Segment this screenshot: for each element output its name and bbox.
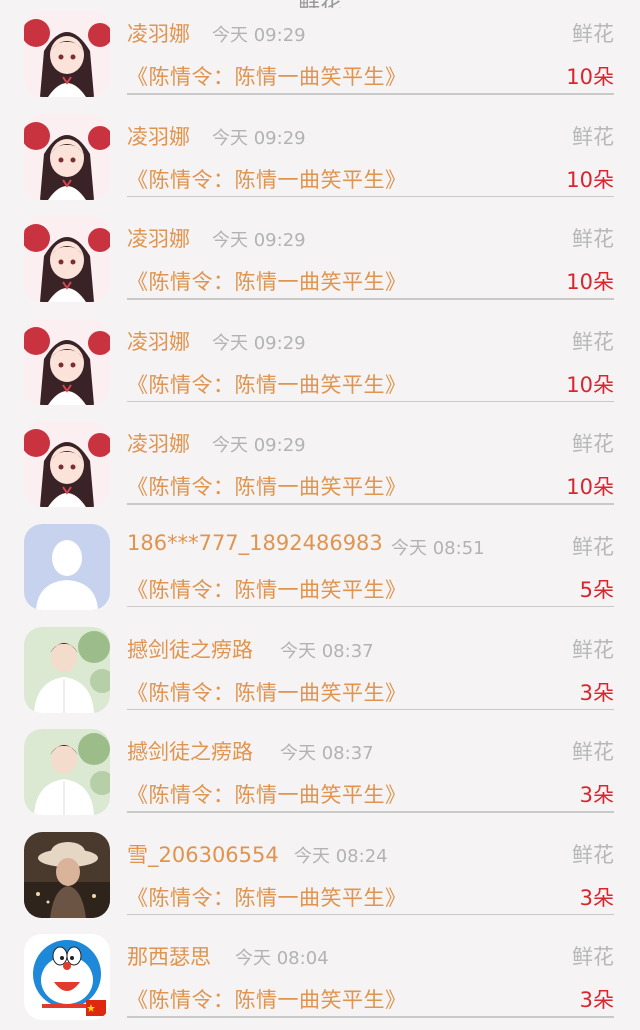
timestamp: 今天 09:29	[212, 25, 306, 46]
list-item[interactable]: 撼剑徒之痨路 今天 08:37 鲜花 《陈情令：陈情一曲笑平生》 3朵	[0, 620, 640, 723]
anime-girl-avatar[interactable]	[24, 318, 110, 405]
default-person-avatar[interactable]	[24, 523, 110, 610]
user-name[interactable]: 凌羽娜	[127, 223, 190, 253]
book-title[interactable]: 《陈情令：陈情一曲笑平生》	[127, 574, 407, 604]
gift-type-label: 鲜花	[572, 637, 614, 662]
flower-gift-list: 凌羽娜 今天 09:29 鲜花 《陈情令：陈情一曲笑平生》 10朵 凌羽娜 今天…	[0, 4, 640, 1030]
flower-count: 10朵	[566, 167, 614, 192]
timestamp: 今天 09:29	[212, 230, 306, 252]
doraemon-avatar[interactable]	[24, 934, 110, 1021]
gift-type-label: 鲜花	[572, 124, 614, 149]
timestamp: 今天 09:29	[212, 435, 306, 457]
gift-type-label: 鲜花	[572, 329, 614, 354]
young-man-photo-avatar[interactable]	[24, 626, 110, 713]
anime-girl-avatar[interactable]	[24, 421, 110, 508]
anime-girl-avatar[interactable]	[24, 113, 110, 200]
divider	[127, 708, 614, 711]
divider	[127, 503, 614, 505]
timestamp: 今天 09:29	[212, 127, 306, 149]
flower-count: 3朵	[579, 680, 614, 705]
list-item[interactable]: 凌羽娜 今天 09:29 鲜花 《陈情令：陈情一曲笑平生》 10朵	[0, 414, 640, 517]
user-name[interactable]: 凌羽娜	[127, 121, 190, 151]
flower-count: 3朵	[579, 885, 614, 910]
list-item[interactable]: 186***777_1892486983 今天 08:51 鲜花 《陈情令：陈情…	[0, 517, 640, 620]
user-name[interactable]: 凌羽娜	[127, 428, 190, 458]
book-title[interactable]: 《陈情令：陈情一曲笑平生》	[127, 677, 407, 707]
book-title[interactable]: 《陈情令：陈情一曲笑平生》	[127, 61, 407, 91]
flower-count: 3朵	[579, 988, 614, 1013]
book-title[interactable]: 《陈情令：陈情一曲笑平生》	[127, 471, 407, 501]
gift-type-label: 鲜花	[572, 945, 614, 970]
flower-count: 10朵	[566, 475, 614, 500]
divider	[127, 93, 614, 95]
divider	[127, 1016, 614, 1018]
gift-type-label: 鲜花	[572, 227, 614, 252]
book-title[interactable]: 《陈情令：陈情一曲笑平生》	[127, 266, 407, 296]
list-item[interactable]: 那西瑟思 今天 08:04 鲜花 《陈情令：陈情一曲笑平生》 3朵	[0, 927, 640, 1030]
gift-type-label: 鲜花	[572, 432, 614, 457]
timestamp: 今天 09:29	[212, 332, 306, 354]
list-item[interactable]: 凌羽娜 今天 09:29 鲜花 《陈情令：陈情一曲笑平生》 10朵	[0, 107, 640, 210]
user-name[interactable]: 凌羽娜	[127, 18, 190, 48]
timestamp: 今天 08:51	[391, 537, 485, 559]
list-item[interactable]: 凌羽娜 今天 09:29 鲜花 《陈情令：陈情一曲笑平生》 10朵	[0, 209, 640, 312]
young-man-photo-avatar[interactable]	[24, 729, 110, 816]
list-item[interactable]: 雪_206306554 今天 08:24 鲜花 《陈情令：陈情一曲笑平生》 3朵	[0, 825, 640, 928]
list-item[interactable]: 凌羽娜 今天 09:29 鲜花 《陈情令：陈情一曲笑平生》 10朵	[0, 4, 640, 107]
flower-count: 10朵	[566, 65, 614, 89]
book-title[interactable]: 《陈情令：陈情一曲笑平生》	[127, 369, 407, 399]
flower-count: 3朵	[579, 783, 614, 808]
divider	[127, 400, 614, 403]
gift-type-label: 鲜花	[572, 740, 614, 765]
book-title[interactable]: 《陈情令：陈情一曲笑平生》	[127, 779, 407, 809]
list-item[interactable]: 撼剑徒之痨路 今天 08:37 鲜花 《陈情令：陈情一曲笑平生》 3朵	[0, 722, 640, 825]
user-name[interactable]: 凌羽娜	[127, 326, 190, 356]
anime-girl-avatar[interactable]	[24, 216, 110, 303]
user-name[interactable]: 雪_206306554	[127, 839, 279, 869]
gift-type-label: 鲜花	[572, 842, 614, 867]
divider	[127, 811, 614, 813]
timestamp: 今天 08:04	[235, 948, 329, 970]
divider	[127, 195, 614, 198]
anime-girl-avatar[interactable]	[24, 11, 110, 97]
timestamp: 今天 08:24	[294, 845, 388, 867]
gift-type-label: 鲜花	[572, 22, 614, 46]
flower-count: 10朵	[566, 270, 614, 295]
user-name[interactable]: 186***777_1892486983	[127, 531, 383, 555]
divider	[127, 605, 614, 608]
book-title[interactable]: 《陈情令：陈情一曲笑平生》	[127, 984, 407, 1014]
gift-type-label: 鲜花	[572, 534, 614, 559]
book-title[interactable]: 《陈情令：陈情一曲笑平生》	[127, 882, 407, 912]
flower-count: 5朵	[579, 577, 614, 602]
divider	[127, 913, 614, 916]
girl-with-hat-photo-avatar[interactable]	[24, 831, 110, 918]
timestamp: 今天 08:37	[280, 743, 374, 765]
divider	[127, 298, 614, 300]
user-name[interactable]: 那西瑟思	[127, 941, 211, 971]
timestamp: 今天 08:37	[280, 640, 374, 662]
user-name[interactable]: 撼剑徒之痨路	[127, 736, 253, 766]
flower-count: 10朵	[566, 372, 614, 397]
user-name[interactable]: 撼剑徒之痨路	[127, 634, 253, 664]
list-item[interactable]: 凌羽娜 今天 09:29 鲜花 《陈情令：陈情一曲笑平生》 10朵	[0, 312, 640, 415]
book-title[interactable]: 《陈情令：陈情一曲笑平生》	[127, 164, 407, 194]
